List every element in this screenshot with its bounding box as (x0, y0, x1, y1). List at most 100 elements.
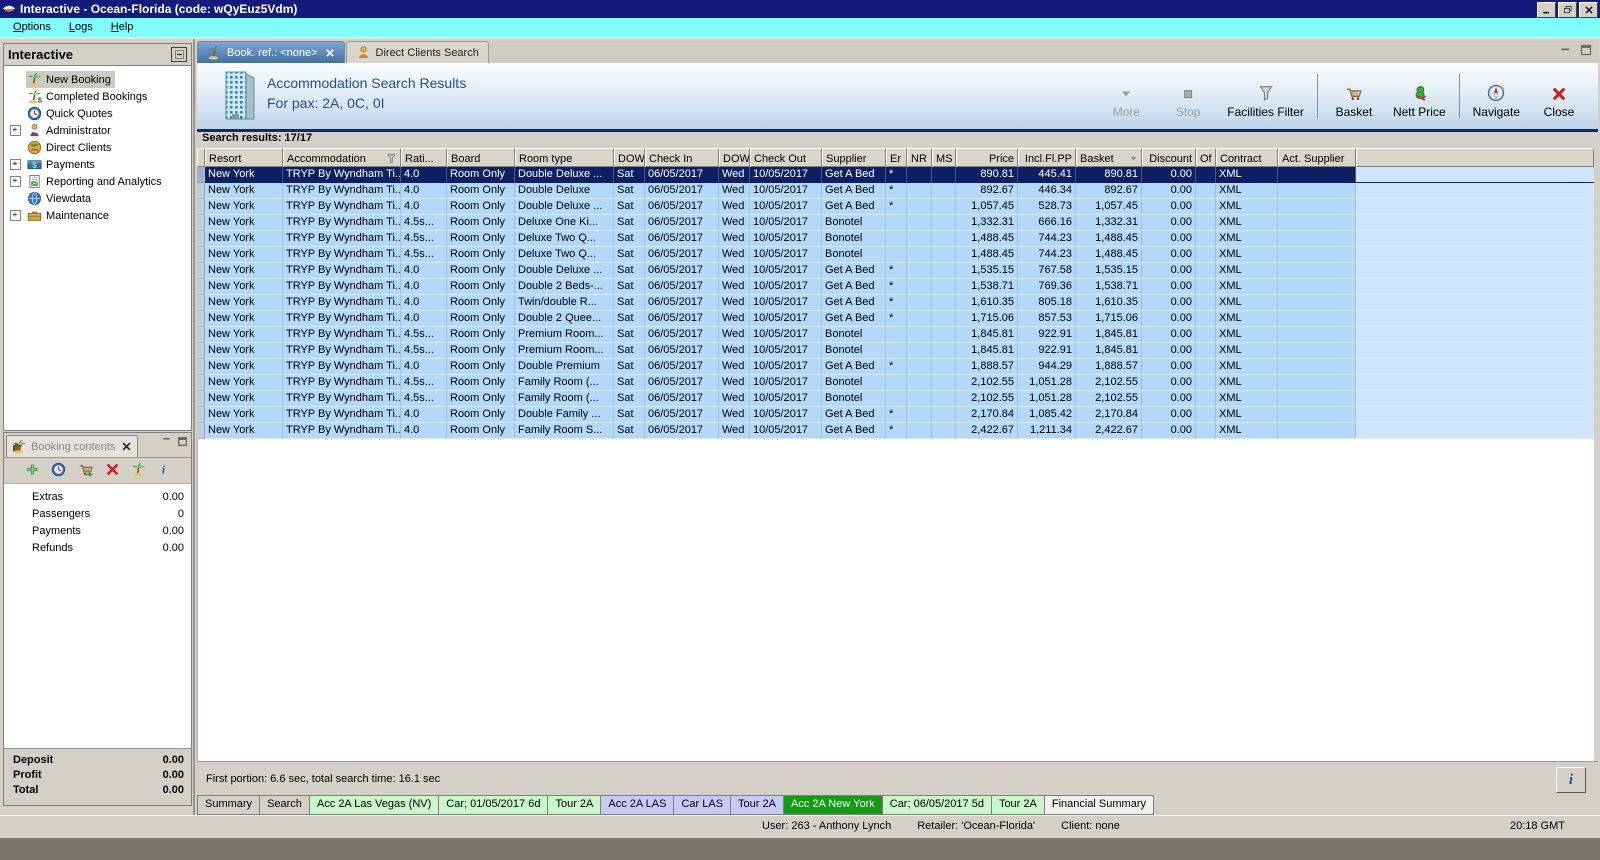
expand-plus-icon[interactable]: + (10, 176, 21, 187)
column-header-dow[interactable]: DOW (719, 148, 750, 167)
table-row[interactable]: New YorkTRYP By Wyndham Ti...4.5s...Room… (197, 327, 1594, 343)
sidebar-item-payments[interactable]: +$Payments (4, 156, 191, 173)
table-cell (932, 407, 956, 423)
basket-button[interactable]: Basket (1323, 71, 1385, 121)
table-row[interactable]: New YorkTRYP By Wyndham Ti...4.5s...Room… (197, 231, 1594, 247)
sidebar-item-maintenance[interactable]: +Maintenance (4, 207, 191, 224)
info-button[interactable]: i (157, 462, 170, 480)
column-header-supplier[interactable]: Supplier (822, 148, 886, 167)
menu-item-options[interactable]: Options (4, 19, 60, 36)
menu-item-logs[interactable]: Logs (60, 19, 102, 36)
table-row[interactable]: New YorkTRYP By Wyndham Ti...4.0Room Onl… (197, 407, 1594, 423)
bottom-tab-tour-2a[interactable]: Tour 2A (991, 795, 1045, 815)
table-row[interactable]: New YorkTRYP By Wyndham Ti...4.0Room Onl… (197, 311, 1594, 327)
add-button[interactable] (25, 462, 40, 480)
close-window-button[interactable] (1579, 2, 1598, 18)
sidebar-item-direct-clients[interactable]: Direct Clients (4, 139, 191, 156)
table-row[interactable]: New YorkTRYP By Wyndham Ti...4.5s...Room… (197, 343, 1594, 359)
table-row[interactable]: New YorkTRYP By Wyndham Ti...4.0Room Onl… (197, 263, 1594, 279)
table-row[interactable]: New YorkTRYP By Wyndham Ti...4.5s...Room… (197, 247, 1594, 263)
column-header-nr[interactable]: NR (907, 148, 932, 167)
collapse-panel-button[interactable] (171, 47, 187, 62)
quick-quote-button[interactable] (51, 462, 66, 480)
bottom-tab-car-01-05-2017-6d[interactable]: Car; 01/05/2017 6d (438, 795, 548, 815)
column-header-dow[interactable]: DOW (614, 148, 645, 167)
table-row[interactable]: New YorkTRYP By Wyndham Ti...4.5s...Room… (197, 215, 1594, 231)
column-header-er[interactable]: Er (886, 148, 907, 167)
column-header-ms[interactable]: MS (932, 148, 956, 167)
column-header-incl-fl-pp[interactable]: Incl.Fl.PP (1018, 148, 1076, 167)
booking-summary-label: Refunds (32, 542, 73, 554)
table-row[interactable]: New YorkTRYP By Wyndham Ti...4.0Room Onl… (197, 279, 1594, 295)
table-row[interactable]: New YorkTRYP By Wyndham Ti...4.0Room Onl… (197, 295, 1594, 311)
expand-plus-icon[interactable]: + (10, 125, 21, 136)
minimize-button[interactable] (1537, 2, 1556, 18)
bottom-tab-acc-2a-las[interactable]: Acc 2A LAS (600, 795, 674, 815)
column-header-resort[interactable]: Resort (205, 148, 283, 167)
column-header-contract[interactable]: Contract (1216, 148, 1278, 167)
toolbar-button-label: Close (1544, 105, 1575, 119)
sidebar-item-quick-quotes[interactable]: Quick Quotes (4, 105, 191, 122)
table-row[interactable]: New YorkTRYP By Wyndham Ti...4.0Room Onl… (197, 183, 1594, 199)
column-header-check-in[interactable]: Check In (645, 148, 719, 167)
row-gutter (197, 327, 205, 343)
facilities-filter-button[interactable]: Facilities Filter (1219, 71, 1312, 121)
column-header-discount[interactable]: Discount (1142, 148, 1196, 167)
expand-plus-icon[interactable]: + (10, 159, 21, 170)
bottom-tab-search[interactable]: Search (259, 795, 310, 815)
table-cell: 922.91 (1018, 343, 1076, 359)
sidebar-item-viewdata[interactable]: Viewdata (4, 190, 191, 207)
table-row[interactable]: New YorkTRYP By Wyndham Ti...4.5s...Room… (197, 375, 1594, 391)
mdi-minimize-button[interactable] (1560, 44, 1572, 59)
bottom-tab-financial-summary[interactable]: Financial Summary (1044, 795, 1154, 815)
booking-contents-tab[interactable]: Booking contents (6, 435, 138, 457)
work-tabbar: Book. ref.: <none>Direct Clients Search (197, 41, 1598, 64)
column-header-check-out[interactable]: Check Out (750, 148, 822, 167)
column-header-room-type[interactable]: Room type (515, 148, 614, 167)
basket-go-button[interactable] (77, 462, 94, 480)
info-button[interactable]: i (1556, 767, 1586, 793)
table-cell: 10/05/2017 (750, 343, 822, 359)
column-header-rati-[interactable]: Rati... (401, 148, 447, 167)
booking-tab-close-icon[interactable] (121, 441, 132, 452)
table-row[interactable]: New YorkTRYP By Wyndham Ti...4.0Room Onl… (197, 423, 1594, 439)
tab-direct-clients-search[interactable]: Direct Clients Search (346, 41, 489, 63)
bottom-tab-tour-2a[interactable]: Tour 2A (547, 795, 601, 815)
panel-maximize-button[interactable] (177, 436, 188, 450)
sidebar-item-reporting-and-analytics[interactable]: +Reporting and Analytics (4, 173, 191, 190)
table-cell: 4.5s... (401, 327, 447, 343)
table-row[interactable]: New YorkTRYP By Wyndham Ti...4.0Room Onl… (197, 167, 1594, 183)
table-row[interactable]: New YorkTRYP By Wyndham Ti...4.0Room Onl… (197, 199, 1594, 215)
mdi-restore-button[interactable] (1580, 44, 1592, 59)
column-header-accommodation[interactable]: Accommodation (283, 148, 401, 167)
sidebar-item-administrator[interactable]: +Administrator (4, 122, 191, 139)
bottom-tab-car-06-05-2017-5d[interactable]: Car; 06/05/2017 5d (882, 795, 992, 815)
navigate-button[interactable]: Navigate (1465, 71, 1528, 121)
column-header-act-supplier[interactable]: Act. Supplier (1278, 148, 1356, 167)
close-button[interactable]: Close (1528, 71, 1590, 121)
palm-tree-button[interactable] (131, 462, 146, 480)
table-cell: XML (1216, 407, 1278, 423)
table-row[interactable]: New YorkTRYP By Wyndham Ti...4.0Room Onl… (197, 359, 1594, 375)
bottom-tab-acc-2a-new-york[interactable]: Acc 2A New York (783, 795, 883, 815)
bottom-tab-summary[interactable]: Summary (197, 795, 260, 815)
nett-price-button[interactable]: Nett Price (1385, 71, 1454, 121)
bottom-tab-acc-2a-las-vegas-nv-[interactable]: Acc 2A Las Vegas (NV) (309, 795, 439, 815)
column-header-price[interactable]: Price (956, 148, 1018, 167)
delete-button[interactable] (105, 462, 120, 480)
panel-minimize-button[interactable] (162, 436, 173, 450)
table-cell (907, 327, 932, 343)
column-header-board[interactable]: Board (447, 148, 515, 167)
restore-button[interactable] (1558, 2, 1577, 18)
column-header-basket[interactable]: Basket (1076, 148, 1142, 167)
bottom-tab-car-las[interactable]: Car LAS (673, 795, 731, 815)
sidebar-item-completed-bookings[interactable]: $Completed Bookings (4, 88, 191, 105)
sidebar-item-new-booking[interactable]: New Booking (4, 71, 191, 88)
table-row[interactable]: New YorkTRYP By Wyndham Ti...4.5s...Room… (197, 391, 1594, 407)
tab-book-ref-none-[interactable]: Book. ref.: <none> (197, 41, 345, 63)
tab-close-icon[interactable] (325, 48, 335, 58)
column-header-of[interactable]: Of (1196, 148, 1216, 167)
menu-item-help[interactable]: Help (102, 19, 143, 36)
expand-plus-icon[interactable]: + (10, 210, 21, 221)
bottom-tab-tour-2a[interactable]: Tour 2A (730, 795, 784, 815)
